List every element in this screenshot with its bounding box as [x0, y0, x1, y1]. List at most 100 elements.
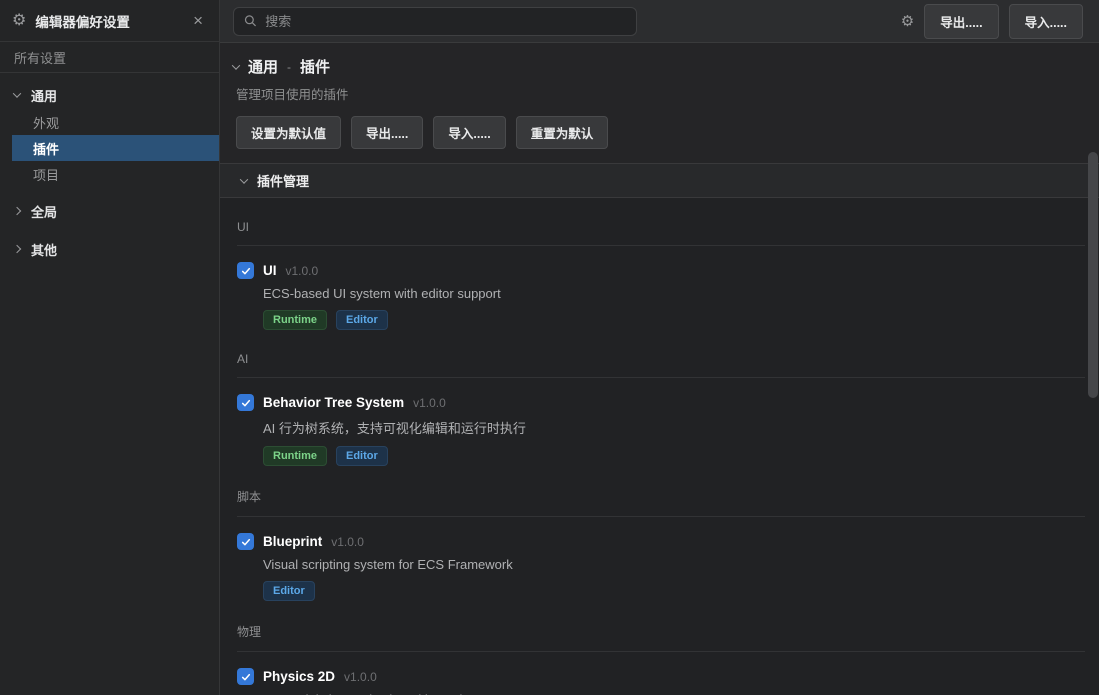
breadcrumb-separator: - — [287, 60, 291, 74]
badge-runtime: Runtime — [263, 446, 327, 466]
page-title: 插件 — [300, 56, 330, 77]
window-title: 编辑器偏好设置 — [35, 11, 189, 31]
plugin-version: v1.0.0 — [413, 396, 446, 410]
scrollbar-thumb[interactable] — [1088, 152, 1098, 398]
plugin-description: ECS-based UI system with editor support — [263, 286, 1085, 301]
plugin-item: UI v1.0.0 ECS-based UI system with edito… — [237, 262, 1085, 330]
plugin-enabled-checkbox[interactable] — [237, 668, 254, 685]
export-settings-button[interactable]: 导出..... — [351, 116, 423, 149]
main-panel: ⚙ 导出..... 导入..... 通用 - 插件 管理项目使用的插件 设置为默… — [220, 0, 1099, 695]
plugin-enabled-checkbox[interactable] — [237, 262, 254, 279]
sidebar-item-global[interactable]: 全局 — [0, 197, 219, 225]
plugin-version: v1.0.0 — [331, 535, 364, 549]
plugin-list: UI UI v1.0.0 ECS-based UI system with ed… — [220, 198, 1099, 695]
chevron-down-icon — [240, 175, 248, 183]
check-icon — [241, 537, 251, 547]
breadcrumb: 通用 - 插件 — [233, 56, 1083, 77]
category-divider — [237, 651, 1085, 652]
all-settings-label: 所有设置 — [14, 48, 66, 67]
topbar: ⚙ 导出..... 导入..... — [220, 0, 1099, 43]
scrollbar[interactable] — [1087, 150, 1099, 695]
sidebar-item-project[interactable]: 项目 — [0, 161, 219, 187]
sidebar-item-label: 其他 — [31, 240, 57, 259]
category-plugins: Behavior Tree System v1.0.0 AI 行为树系统，支持可… — [237, 394, 1085, 466]
sidebar-item-appearance[interactable]: 外观 — [0, 109, 219, 135]
gear-icon: ⚙ — [12, 13, 26, 29]
sidebar-item-general[interactable]: 通用 — [0, 81, 219, 109]
plugin-category: AI Behavior Tree System v1.0.0 AI 行为树系统，… — [237, 352, 1085, 466]
category-divider — [237, 245, 1085, 246]
plugin-head: Blueprint v1.0.0 — [237, 533, 1085, 550]
breadcrumb-section: 通用 — [248, 56, 278, 77]
plugin-category: 脚本 Blueprint v1.0.0 Visual scripting sys… — [237, 488, 1085, 601]
badge-runtime: Runtime — [263, 310, 327, 330]
page-header: 通用 - 插件 管理项目使用的插件 设置为默认值 导出..... 导入.....… — [220, 43, 1099, 163]
category-divider — [237, 377, 1085, 378]
import-settings-button[interactable]: 导入..... — [433, 116, 505, 149]
plugin-name: Behavior Tree System — [263, 395, 404, 410]
badge-editor: Editor — [263, 581, 315, 601]
chevron-right-icon — [13, 207, 21, 215]
topbar-actions: ⚙ 导出..... 导入..... — [901, 4, 1083, 39]
category-label: UI — [237, 220, 1085, 234]
check-icon — [241, 672, 251, 682]
sidebar-item-label: 外观 — [33, 113, 59, 132]
action-row: 设置为默认值 导出..... 导入..... 重置为默认 — [236, 116, 1083, 149]
category-label: AI — [237, 352, 1085, 366]
settings-gear-icon[interactable]: ⚙ — [901, 14, 914, 29]
export-button[interactable]: 导出..... — [924, 4, 998, 39]
plugin-name: UI — [263, 263, 277, 278]
category-plugins: Blueprint v1.0.0 Visual scripting system… — [237, 533, 1085, 601]
plugin-description: AI 行为树系统，支持可视化编辑和运行时执行 — [263, 418, 1085, 437]
plugin-version: v1.0.0 — [344, 670, 377, 684]
category-plugins: Physics 2D v1.0.0 Deterministic 2D physi… — [237, 668, 1085, 695]
chevron-down-icon[interactable] — [232, 61, 240, 69]
plugin-name: Physics 2D — [263, 669, 335, 684]
sidebar-item-all-settings[interactable]: 所有设置 — [0, 42, 219, 73]
category-plugins: UI v1.0.0 ECS-based UI system with edito… — [237, 262, 1085, 330]
settings-tree: 通用 外观 插件 项目 全局 其他 — [0, 73, 219, 263]
sidebar-item-label: 项目 — [33, 165, 59, 184]
chevron-right-icon — [13, 245, 21, 253]
plugin-badges: Runtime Editor — [263, 310, 1085, 330]
plugin-head: Physics 2D v1.0.0 — [237, 668, 1085, 685]
sidebar-item-label: 通用 — [31, 86, 57, 105]
set-default-button[interactable]: 设置为默认值 — [236, 116, 341, 149]
category-label: 脚本 — [237, 488, 1085, 505]
badge-editor: Editor — [336, 310, 388, 330]
check-icon — [241, 266, 251, 276]
search-icon — [244, 14, 257, 28]
plugin-category: UI UI v1.0.0 ECS-based UI system with ed… — [237, 220, 1085, 330]
sidebar-item-other[interactable]: 其他 — [0, 235, 219, 263]
category-label: 物理 — [237, 623, 1085, 640]
category-divider — [237, 516, 1085, 517]
search-input[interactable] — [265, 14, 626, 29]
sidebar-item-plugins[interactable]: 插件 — [12, 135, 219, 161]
plugin-badges: Editor — [263, 581, 1085, 601]
plugin-enabled-checkbox[interactable] — [237, 394, 254, 411]
badge-editor: Editor — [336, 446, 388, 466]
close-icon[interactable]: × — [189, 10, 207, 31]
plugin-head: UI v1.0.0 — [237, 262, 1085, 279]
preferences-sidebar: ⚙ 编辑器偏好设置 × 所有设置 通用 外观 插件 项目 全局 其他 — [0, 0, 220, 695]
plugin-item: Behavior Tree System v1.0.0 AI 行为树系统，支持可… — [237, 394, 1085, 466]
reset-default-button[interactable]: 重置为默认 — [516, 116, 609, 149]
chevron-down-icon — [13, 89, 21, 97]
page-subtitle: 管理项目使用的插件 — [236, 84, 1083, 103]
sidebar-item-label: 插件 — [33, 139, 59, 158]
search-box[interactable] — [233, 7, 637, 36]
plugin-management-header[interactable]: 插件管理 — [220, 163, 1099, 198]
plugin-head: Behavior Tree System v1.0.0 — [237, 394, 1085, 411]
plugin-badges: Runtime Editor — [263, 446, 1085, 466]
plugin-management-title: 插件管理 — [257, 171, 309, 190]
plugin-description: Visual scripting system for ECS Framewor… — [263, 557, 1085, 572]
plugin-version: v1.0.0 — [286, 264, 319, 278]
check-icon — [241, 398, 251, 408]
import-button[interactable]: 导入..... — [1009, 4, 1083, 39]
plugin-enabled-checkbox[interactable] — [237, 533, 254, 550]
plugin-item: Blueprint v1.0.0 Visual scripting system… — [237, 533, 1085, 601]
sidebar-header: ⚙ 编辑器偏好设置 × — [0, 0, 219, 42]
sidebar-item-label: 全局 — [31, 202, 57, 221]
plugin-category: 物理 Physics 2D v1.0.0 Deterministic 2D ph… — [237, 623, 1085, 695]
plugin-name: Blueprint — [263, 534, 322, 549]
